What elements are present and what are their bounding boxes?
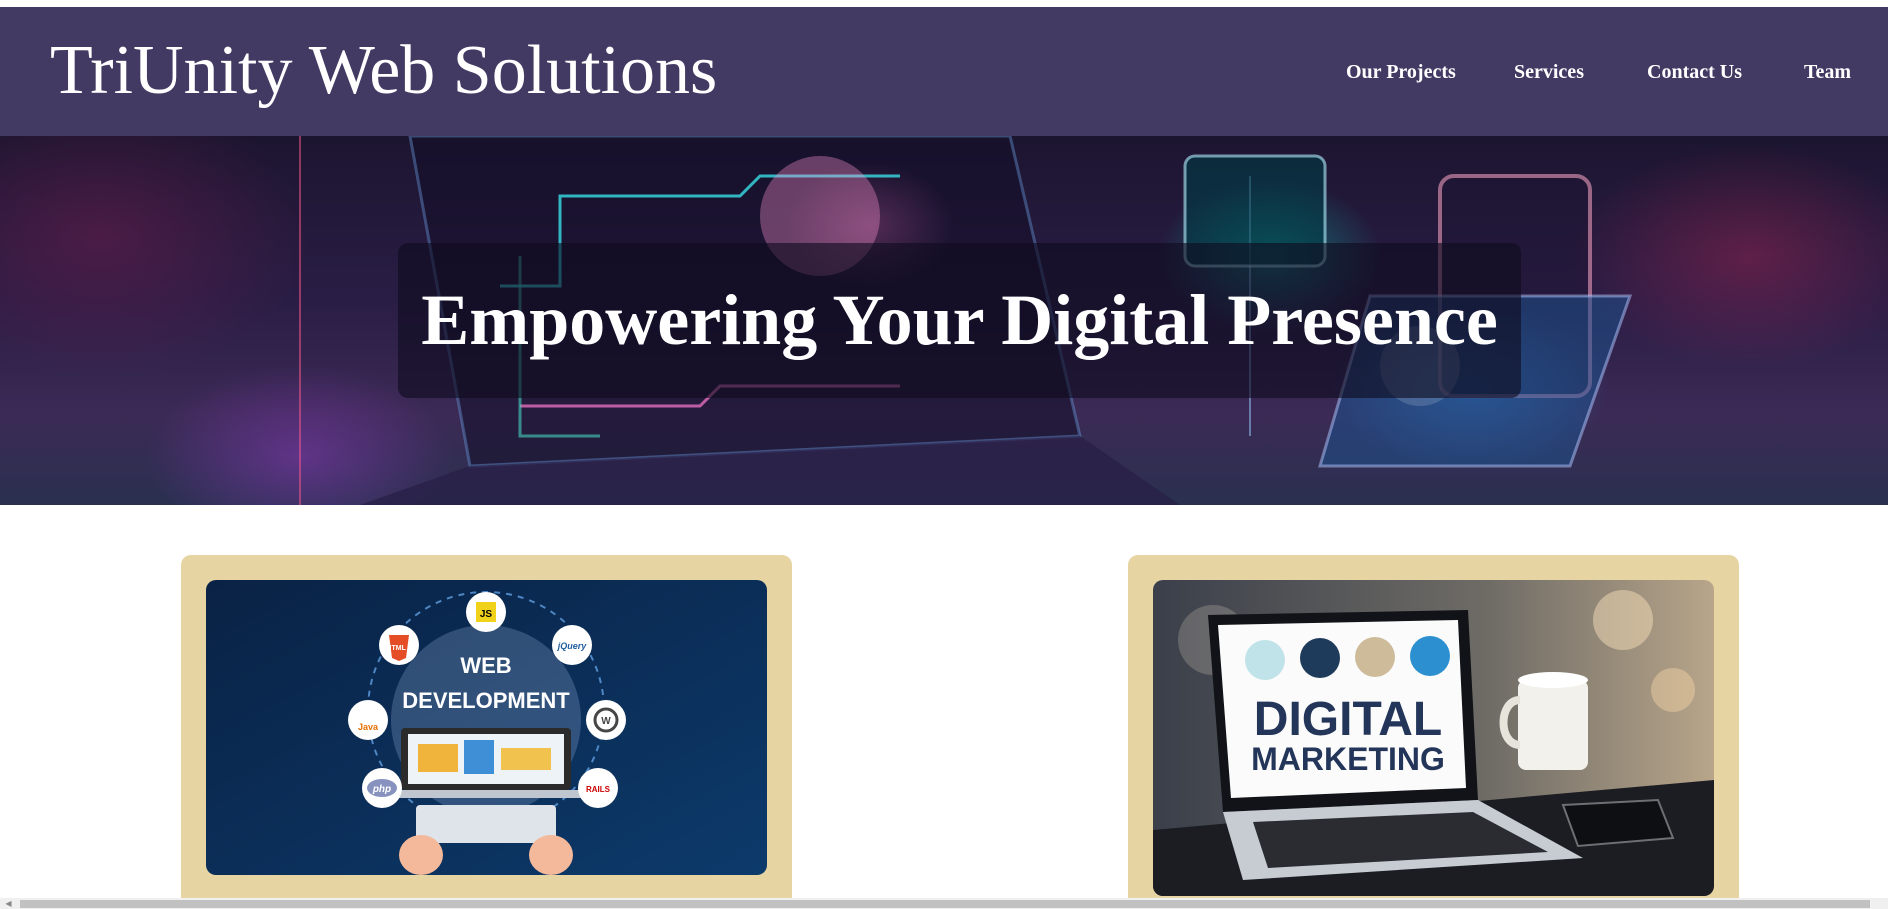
hero-heading: Empowering Your Digital Presence bbox=[421, 280, 1498, 360]
digital-text: DIGITAL bbox=[1254, 693, 1442, 746]
scrollbar-thumb[interactable] bbox=[20, 900, 1870, 908]
rails-badge: RAILS bbox=[586, 785, 611, 794]
java-badge: Java bbox=[358, 722, 379, 732]
nav-link-our-projects[interactable]: Our Projects bbox=[1346, 61, 1456, 84]
scroll-left-icon[interactable]: ◀ bbox=[0, 898, 17, 909]
horizontal-scrollbar[interactable]: ◀ bbox=[0, 898, 1888, 909]
top-strip bbox=[0, 0, 1888, 7]
html5-badge: HTML 5 bbox=[386, 645, 411, 652]
nav-link-contact-us[interactable]: Contact Us bbox=[1647, 61, 1742, 84]
site-header: TriUnity Web Solutions Our Projects Serv… bbox=[0, 7, 1888, 136]
php-badge: php bbox=[372, 784, 391, 795]
development-text: DEVELOPMENT bbox=[402, 688, 570, 713]
nav-link-services[interactable]: Services bbox=[1514, 61, 1584, 84]
digital-marketing-image: DIGITAL MARKETING bbox=[1153, 580, 1714, 896]
js-badge: JS bbox=[480, 609, 493, 620]
hero-banner: Empowering Your Digital Presence bbox=[0, 136, 1888, 505]
jquery-badge: jQuery bbox=[557, 641, 588, 651]
svg-text:W: W bbox=[601, 716, 611, 727]
service-card-web-development[interactable]: WEB DEVELOPMENT JS HTML 5 jQuery Java W … bbox=[181, 555, 792, 909]
hero-overlay-box: Empowering Your Digital Presence bbox=[398, 243, 1521, 398]
nav-link-team[interactable]: Team bbox=[1804, 61, 1851, 84]
web-text: WEB bbox=[460, 653, 511, 678]
web-development-image: WEB DEVELOPMENT JS HTML 5 jQuery Java W … bbox=[206, 580, 767, 875]
service-card-digital-marketing[interactable]: DIGITAL MARKETING bbox=[1128, 555, 1739, 909]
marketing-text: MARKETING bbox=[1251, 741, 1445, 777]
site-title[interactable]: TriUnity Web Solutions bbox=[50, 31, 717, 111]
